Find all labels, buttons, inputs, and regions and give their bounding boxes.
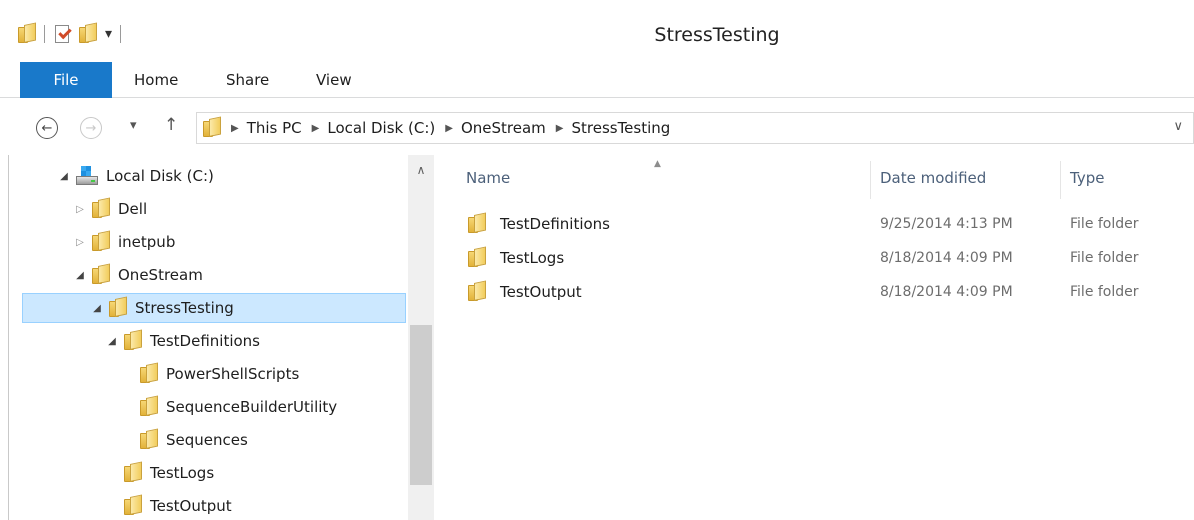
file-name: TestLogs — [500, 249, 565, 267]
folder-icon — [203, 116, 221, 137]
folder-icon — [468, 212, 486, 233]
file-row[interactable]: TestOutput 8/18/2014 4:09 PM File folder — [464, 277, 1194, 307]
folder-icon — [124, 329, 142, 350]
breadcrumb-local-disk[interactable]: Local Disk (C:) — [327, 119, 435, 137]
file-type: File folder — [1070, 284, 1139, 300]
tab-view[interactable]: View — [316, 71, 352, 89]
tree-item[interactable]: ▷ inetpub — [22, 227, 406, 257]
folder-icon — [92, 263, 110, 284]
tree-item[interactable]: ◢ OneStream — [22, 260, 406, 290]
sort-ascending-icon: ▲ — [654, 159, 661, 169]
column-header-date-modified[interactable]: Date modified — [880, 169, 986, 187]
tree-item[interactable]: ◢ TestDefinitions — [22, 326, 406, 356]
file-list: ▲ Name Date modified Type TestDefinition… — [434, 155, 1194, 520]
scroll-thumb[interactable] — [410, 325, 432, 485]
forward-icon[interactable]: → — [80, 117, 102, 139]
column-separator[interactable] — [870, 161, 871, 199]
tree-item-label: inetpub — [118, 233, 176, 251]
column-header-name[interactable]: Name — [466, 169, 510, 187]
tab-home[interactable]: Home — [134, 71, 178, 89]
file-row[interactable]: TestDefinitions 9/25/2014 4:13 PM File fol… — [464, 209, 1194, 239]
chevron-right-icon[interactable]: ▶ — [445, 123, 453, 134]
tree-item-label: SequenceBuilderUtility — [166, 398, 338, 416]
tree-item-label: OneStream — [118, 266, 203, 284]
tree-item[interactable]: PowerShellScripts — [22, 359, 406, 389]
tree-item-label: TestDefinitions — [150, 332, 260, 350]
drive-icon — [76, 166, 98, 186]
expanded-chevron-icon[interactable]: ◢ — [91, 303, 103, 314]
tree-item-label: Dell — [118, 200, 148, 218]
expanded-chevron-icon[interactable]: ◢ — [106, 336, 118, 347]
file-name: TestDefinitions — [500, 215, 610, 233]
folder-icon — [92, 230, 110, 251]
collapsed-chevron-icon[interactable]: ▷ — [74, 237, 86, 248]
back-icon[interactable]: ← — [36, 117, 58, 139]
tree-item[interactable]: TestLogs — [22, 458, 406, 488]
file-date-modified: 8/18/2014 4:09 PM — [880, 284, 1013, 300]
tab-file[interactable]: File — [20, 62, 112, 98]
tree-item[interactable]: Sequences — [22, 425, 406, 455]
expanded-chevron-icon[interactable]: ◢ — [74, 270, 86, 281]
tree-item-label: TestLogs — [150, 464, 215, 482]
address-bar[interactable]: ▶ This PC ▶ Local Disk (C:) ▶ OneStream … — [196, 112, 1194, 144]
pane-border — [8, 155, 9, 520]
file-date-modified: 9/25/2014 4:13 PM — [880, 216, 1013, 232]
tree-item[interactable]: TestOutput — [22, 491, 406, 520]
tree-item[interactable]: ▷ Dell — [22, 194, 406, 224]
file-type: File folder — [1070, 250, 1139, 266]
folder-icon — [124, 494, 142, 515]
navigation-bar: ← → ▾ ↑ ▶ This PC ▶ Local Disk (C:) ▶ On… — [0, 99, 1194, 155]
folder-icon — [140, 362, 158, 383]
folder-icon — [140, 428, 158, 449]
breadcrumb-stresstesting[interactable]: StressTesting — [571, 119, 670, 137]
file-name: TestOutput — [500, 283, 582, 301]
folder-icon — [140, 395, 158, 416]
ribbon-tabs: File Home Share View — [0, 62, 1194, 98]
column-header-type[interactable]: Type — [1070, 169, 1104, 187]
chevron-right-icon[interactable]: ▶ — [556, 123, 564, 134]
breadcrumb-onestream[interactable]: OneStream — [461, 119, 546, 137]
chevron-right-icon[interactable]: ▶ — [231, 123, 239, 134]
tree-item-label: Sequences — [166, 431, 248, 449]
recent-locations-icon[interactable]: ▾ — [130, 118, 137, 133]
navigation-scrollbar[interactable]: ∧ — [408, 155, 434, 520]
navigation-pane: ◢ Local Disk (C:) ▷ Dell ▷ inetpub ◢ OneStream ◢… — [0, 155, 434, 520]
file-row[interactable]: TestLogs 8/18/2014 4:09 PM File folder — [464, 243, 1194, 273]
scroll-up-icon[interactable]: ∧ — [408, 163, 434, 177]
tree-item-label: TestOutput — [150, 497, 232, 515]
chevron-down-icon[interactable]: ∨ — [1173, 119, 1183, 134]
folder-icon — [109, 296, 127, 317]
expanded-chevron-icon[interactable]: ◢ — [58, 171, 70, 182]
collapsed-chevron-icon[interactable]: ▷ — [74, 204, 86, 215]
chevron-right-icon[interactable]: ▶ — [312, 123, 320, 134]
tree-item-label: StressTesting — [135, 299, 234, 317]
tree-item-label: PowerShellScripts — [166, 365, 300, 383]
tree-item-label: Local Disk (C:) — [106, 167, 214, 185]
folder-icon — [92, 197, 110, 218]
column-separator[interactable] — [1060, 161, 1061, 199]
tab-share[interactable]: Share — [226, 71, 269, 89]
folder-icon — [468, 280, 486, 301]
folder-icon — [124, 461, 142, 482]
tree-item[interactable]: SequenceBuilderUtility — [22, 392, 406, 422]
title-bar: ▾ StressTesting — [0, 0, 1194, 62]
tree-item[interactable]: ◢ Local Disk (C:) — [22, 161, 406, 191]
tree-item[interactable]: ◢ StressTesting — [22, 293, 406, 323]
file-date-modified: 8/18/2014 4:09 PM — [880, 250, 1013, 266]
up-arrow-icon[interactable]: ↑ — [164, 115, 178, 135]
file-type: File folder — [1070, 216, 1139, 232]
breadcrumb-this-pc[interactable]: This PC — [247, 119, 302, 137]
window-title: StressTesting — [654, 24, 780, 46]
folder-icon — [468, 246, 486, 267]
